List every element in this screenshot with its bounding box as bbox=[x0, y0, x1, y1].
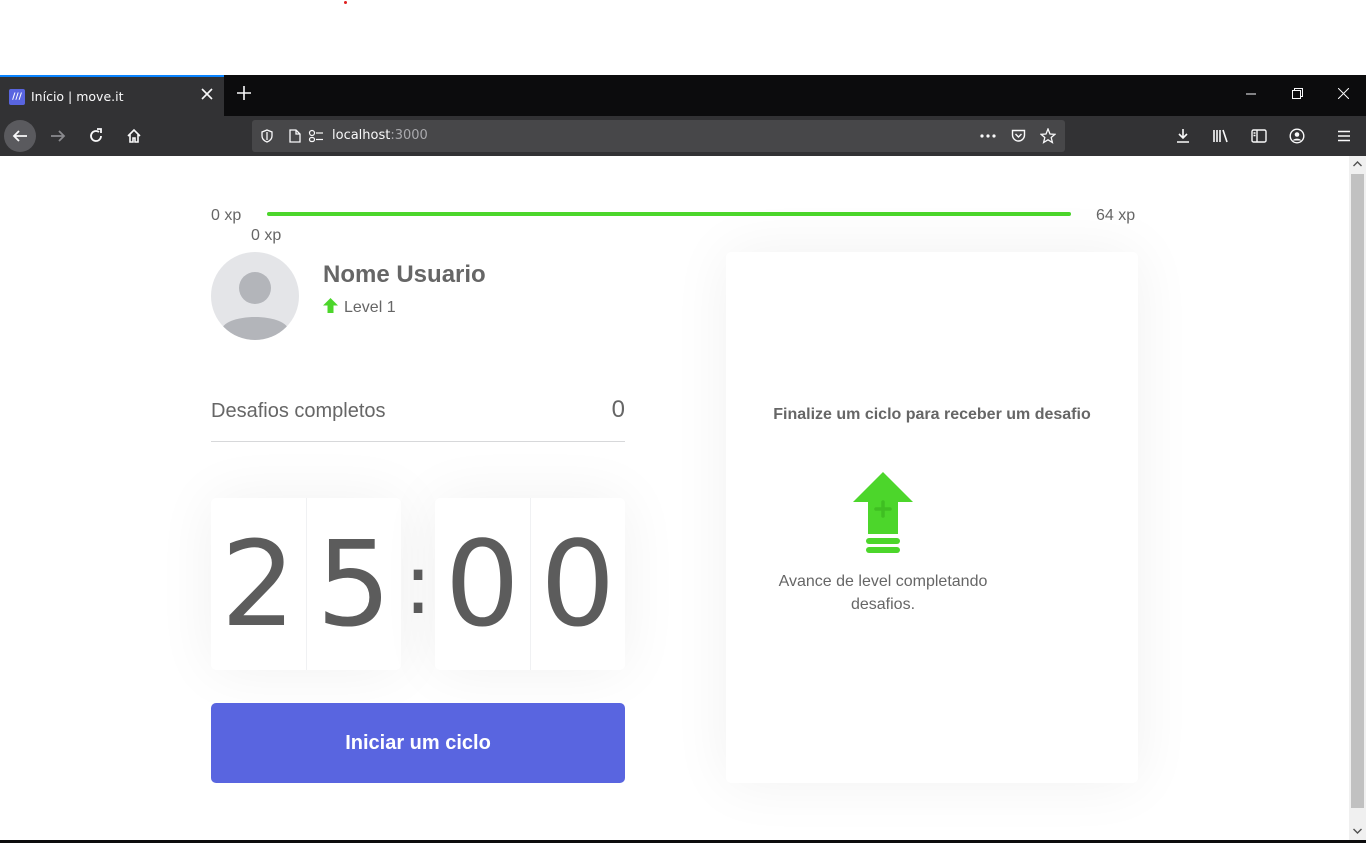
star-icon[interactable] bbox=[1040, 128, 1056, 144]
challenge-box-description: Avance de level completando desafios. bbox=[778, 573, 988, 613]
reload-icon[interactable] bbox=[80, 120, 112, 152]
experience-bar bbox=[267, 212, 1071, 216]
close-icon[interactable] bbox=[199, 87, 215, 105]
completed-challenges-label: Desafios completos bbox=[211, 400, 386, 422]
desktop-background bbox=[0, 0, 1366, 75]
level-indicator: Level 1 bbox=[323, 298, 396, 318]
download-icon[interactable] bbox=[1173, 126, 1193, 146]
minimize-icon[interactable] bbox=[1228, 75, 1274, 113]
tab-strip: /// Início | move.it bbox=[0, 75, 1366, 116]
favicon-icon: /// bbox=[9, 89, 25, 105]
countdown-minutes: 2 5 bbox=[211, 498, 401, 670]
hamburger-icon[interactable] bbox=[1334, 126, 1354, 146]
level-up-icon bbox=[853, 472, 913, 554]
window-close-icon[interactable] bbox=[1320, 75, 1366, 113]
address-bar[interactable]: localhost:3000 bbox=[252, 120, 1065, 152]
plus-icon[interactable] bbox=[232, 83, 256, 107]
minute-digit-right: 5 bbox=[305, 498, 402, 670]
page-icon bbox=[287, 128, 303, 144]
restore-icon[interactable] bbox=[1274, 75, 1320, 113]
minute-digit-left: 2 bbox=[220, 515, 296, 653]
xp-min-label: 0 xp bbox=[211, 207, 242, 224]
start-cycle-button[interactable]: Iniciar um ciclo bbox=[211, 703, 625, 783]
challenge-box-title: Finalize um ciclo para receber um desafi… bbox=[773, 406, 1091, 423]
account-icon[interactable] bbox=[1287, 126, 1307, 146]
scroll-down-icon[interactable] bbox=[1349, 823, 1366, 840]
xp-max-label: 64 xp bbox=[1096, 207, 1136, 224]
completed-challenges: Desafios completos 0 bbox=[211, 396, 625, 442]
arrow-right-icon[interactable] bbox=[42, 120, 74, 152]
countdown-separator: : bbox=[403, 535, 433, 633]
home-icon[interactable] bbox=[118, 120, 150, 152]
challenge-box: Finalize um ciclo para receber um desafi… bbox=[726, 252, 1138, 783]
countdown: 2 5 : 0 0 bbox=[211, 498, 625, 670]
more-icon[interactable] bbox=[980, 128, 996, 144]
tab-title: Início | move.it bbox=[31, 89, 124, 104]
permissions-icon[interactable] bbox=[308, 128, 324, 144]
user-name: Nome Usuario bbox=[323, 261, 486, 288]
experience-bar-fill bbox=[267, 212, 1071, 216]
red-dot bbox=[344, 1, 347, 4]
navigation-toolbar: localhost:3000 bbox=[0, 116, 1366, 156]
url-host: localhost bbox=[332, 128, 391, 143]
scroll-up-icon[interactable] bbox=[1349, 156, 1366, 173]
completed-challenges-count: 0 bbox=[611, 396, 625, 423]
sidebar-icon[interactable] bbox=[1249, 126, 1269, 146]
library-icon[interactable] bbox=[1211, 126, 1231, 146]
level-label: Level 1 bbox=[344, 299, 396, 316]
scrollbar-thumb[interactable] bbox=[1351, 174, 1364, 808]
page-viewport bbox=[0, 156, 1366, 840]
vertical-scrollbar[interactable] bbox=[1349, 156, 1366, 840]
xp-current-label: 0 xp bbox=[251, 227, 282, 244]
avatar bbox=[211, 252, 299, 340]
shield-icon[interactable] bbox=[259, 128, 275, 144]
url-port: :3000 bbox=[390, 128, 428, 143]
arrow-left-icon[interactable] bbox=[4, 120, 36, 152]
level-up-icon bbox=[323, 298, 338, 318]
url-text[interactable]: localhost:3000 bbox=[332, 128, 428, 143]
second-digit-right: 0 bbox=[529, 498, 626, 670]
pocket-icon[interactable] bbox=[1010, 128, 1026, 144]
second-digit-left: 0 bbox=[444, 515, 520, 653]
countdown-seconds: 0 0 bbox=[435, 498, 625, 670]
tab-inicio[interactable]: /// Início | move.it bbox=[0, 75, 224, 116]
